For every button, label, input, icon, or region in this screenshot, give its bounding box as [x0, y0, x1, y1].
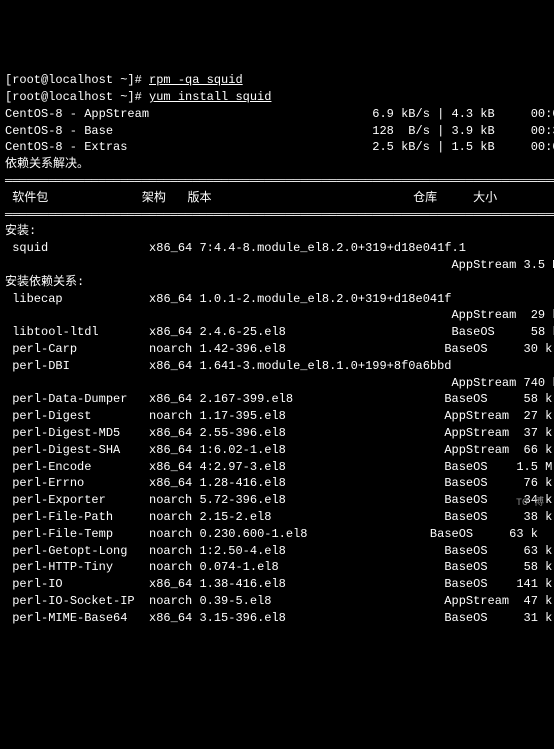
- list-item: perl-Digest-MD5 x86_64 2.55-396.el8 AppS…: [5, 426, 552, 440]
- col-ver: 版本: [187, 191, 211, 205]
- deps-resolved: 依赖关系解决。: [5, 157, 89, 171]
- list-item: perl-DBI x86_64 1.641-3.module_el8.1.0+1…: [5, 359, 452, 373]
- list-item: perl-File-Temp noarch 0.230.600-1.el8 Ba…: [5, 527, 538, 541]
- command: rpm -qa squid: [149, 73, 243, 87]
- pkg-name: libecap: [12, 292, 62, 306]
- list-item: perl-Carp noarch 1.42-396.el8 BaseOS 30 …: [5, 342, 552, 356]
- list-item: perl-File-Path noarch 2.15-2.el8 BaseOS …: [5, 510, 552, 524]
- col-pkg: 软件包: [12, 191, 48, 205]
- command: yum install squid: [149, 90, 271, 104]
- list-item: perl-Digest-SHA x86_64 1:6.02-1.el8 AppS…: [5, 443, 552, 457]
- list-item: perl-IO-Socket-IP noarch 0.39-5.el8 AppS…: [5, 594, 552, 608]
- pkg-name: squid: [12, 241, 48, 255]
- list-item: perl-Data-Dumper x86_64 2.167-399.el8 Ba…: [5, 392, 552, 406]
- list-item: perl-HTTP-Tiny noarch 0.074-1.el8 BaseOS…: [5, 560, 552, 574]
- prompt: [root@localhost ~]#: [5, 90, 142, 104]
- prompt: [root@localhost ~]#: [5, 73, 142, 87]
- col-arch: 架构: [142, 191, 166, 205]
- repo-line: CentOS-8 - Base 128 B/s | 3.9 kB 00:31: [5, 124, 554, 138]
- repo-line: CentOS-8 - Extras 2.5 kB/s | 1.5 kB 00:0…: [5, 140, 554, 154]
- list-item: perl-IO x86_64 1.38-416.el8 BaseOS 141 k: [5, 577, 552, 591]
- list-item: perl-Errno x86_64 1.28-416.el8 BaseOS 76…: [5, 476, 552, 490]
- list-item: libtool-ltdl x86_64 2.4.6-25.el8 BaseOS …: [5, 325, 554, 339]
- deps-header: 安装依赖关系:: [5, 275, 84, 289]
- watermark: TO 博: [516, 497, 544, 511]
- list-item: perl-Getopt-Long noarch 1:2.50-4.el8 Bas…: [5, 544, 552, 558]
- list-item: AppStream 740 k: [5, 376, 554, 390]
- terminal-output: [root@localhost ~]# rpm -qa squid [root@…: [5, 72, 549, 626]
- list-item: perl-MIME-Base64 x86_64 3.15-396.el8 Bas…: [5, 611, 552, 625]
- col-size: 大小: [473, 191, 497, 205]
- repo-line: CentOS-8 - AppStream 6.9 kB/s | 4.3 kB 0…: [5, 107, 554, 121]
- install-header: 安装:: [5, 224, 36, 238]
- list-item: perl-Exporter noarch 5.72-396.el8 BaseOS…: [5, 493, 552, 507]
- col-repo: 仓库: [413, 191, 437, 205]
- list-item: perl-Digest noarch 1.17-395.el8 AppStrea…: [5, 409, 552, 423]
- list-item: perl-Encode x86_64 4:2.97-3.el8 BaseOS 1…: [5, 460, 552, 474]
